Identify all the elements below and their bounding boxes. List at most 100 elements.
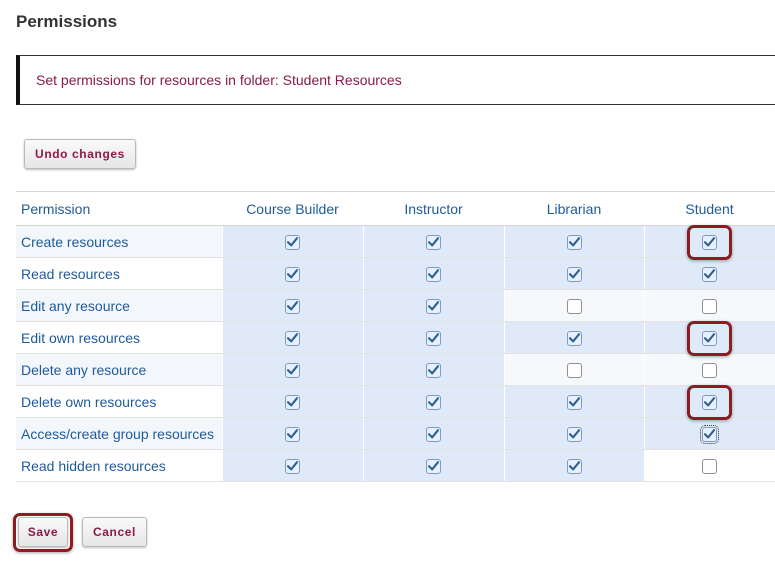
checkmark-icon xyxy=(287,269,298,279)
folder-info-banner: Set permissions for resources in folder:… xyxy=(16,55,775,105)
permission-label: Create resources xyxy=(16,225,222,258)
permission-cell-instructor xyxy=(362,353,504,386)
checkbox-course-builder[interactable] xyxy=(285,394,300,410)
table-row: Create resources xyxy=(16,224,775,260)
checkbox-student[interactable] xyxy=(702,394,718,410)
permission-cell-course-builder xyxy=(221,321,363,354)
checkbox-student[interactable] xyxy=(702,362,718,378)
checkmark-icon xyxy=(568,397,580,407)
checkmark-icon xyxy=(568,237,580,247)
checkmark-icon xyxy=(704,397,716,407)
permission-cell-librarian xyxy=(503,321,644,354)
checkbox-course-builder[interactable] xyxy=(285,234,300,250)
checkmark-icon xyxy=(428,429,439,439)
permission-cell-instructor xyxy=(362,289,504,322)
column-header-permission: Permission xyxy=(16,191,222,226)
checkmark-icon xyxy=(568,269,580,279)
permission-label: Access/create group resources xyxy=(16,417,222,450)
table-row: Edit own resources xyxy=(16,320,775,356)
checkbox-course-builder[interactable] xyxy=(285,426,300,442)
permission-cell-instructor xyxy=(362,417,504,450)
checkbox-instructor[interactable] xyxy=(426,298,441,314)
checkmark-icon xyxy=(287,461,298,471)
checkmark-icon xyxy=(287,429,298,439)
permission-cell-course-builder xyxy=(221,417,363,450)
permission-label: Read hidden resources xyxy=(16,449,222,482)
permission-cell-librarian xyxy=(503,385,644,418)
permission-cell-instructor xyxy=(362,225,504,258)
checkbox-librarian[interactable] xyxy=(566,362,582,378)
save-button[interactable]: Save xyxy=(18,517,68,547)
table-row: Read resources xyxy=(16,257,775,290)
permission-cell-instructor xyxy=(362,321,504,354)
permission-cell-student xyxy=(643,257,775,290)
checkbox-course-builder[interactable] xyxy=(285,362,300,378)
checkmark-icon xyxy=(704,333,716,343)
checkmark-icon xyxy=(568,461,580,471)
checkbox-student[interactable] xyxy=(702,298,718,314)
checkbox-instructor[interactable] xyxy=(426,394,441,410)
checkbox-course-builder[interactable] xyxy=(285,298,300,314)
checkmark-icon xyxy=(704,237,716,247)
column-header-instructor: Instructor xyxy=(363,191,504,226)
checkmark-icon xyxy=(428,461,439,471)
checkbox-student[interactable] xyxy=(702,266,718,282)
checkbox-librarian[interactable] xyxy=(566,234,582,250)
checkbox-instructor[interactable] xyxy=(426,330,441,346)
permission-label: Delete own resources xyxy=(16,385,222,418)
column-header-librarian: Librarian xyxy=(504,191,644,226)
checkbox-librarian[interactable] xyxy=(566,266,582,282)
checkbox-librarian[interactable] xyxy=(566,394,582,410)
permission-cell-instructor xyxy=(362,385,504,418)
permission-cell-librarian xyxy=(503,257,644,290)
checkmark-icon xyxy=(428,365,439,375)
cancel-button[interactable]: Cancel xyxy=(82,517,147,547)
checkbox-student[interactable] xyxy=(702,458,718,474)
checkmark-icon xyxy=(428,333,439,343)
checkbox-instructor[interactable] xyxy=(426,426,441,442)
checkmark-icon xyxy=(428,301,439,311)
checkmark-icon xyxy=(428,269,439,279)
checkmark-icon xyxy=(287,301,298,311)
checkmark-icon xyxy=(287,333,298,343)
permission-cell-student xyxy=(643,384,775,420)
permission-cell-librarian xyxy=(503,225,644,258)
checkbox-student[interactable] xyxy=(700,424,720,444)
permission-cell-course-builder xyxy=(221,353,363,386)
checkbox-course-builder[interactable] xyxy=(285,458,300,474)
checkbox-instructor[interactable] xyxy=(426,458,441,474)
permission-cell-instructor xyxy=(362,449,504,482)
checkbox-student[interactable] xyxy=(702,330,718,346)
checkbox-instructor[interactable] xyxy=(426,362,441,378)
checkbox-course-builder[interactable] xyxy=(285,266,300,282)
permission-cell-course-builder xyxy=(221,289,363,322)
permission-cell-course-builder xyxy=(221,225,363,258)
checkmark-icon xyxy=(428,237,439,247)
checkbox-student[interactable] xyxy=(702,234,718,250)
checkbox-instructor[interactable] xyxy=(426,266,441,282)
checkbox-course-builder[interactable] xyxy=(285,330,300,346)
banner-text: Set permissions for resources in folder:… xyxy=(36,72,402,88)
table-row: Delete own resources xyxy=(16,384,775,420)
permission-cell-student xyxy=(643,320,775,356)
checkmark-icon xyxy=(287,397,298,407)
checkbox-librarian[interactable] xyxy=(566,298,582,314)
permission-cell-instructor xyxy=(362,257,504,290)
permission-cell-librarian xyxy=(503,417,644,450)
column-header-course-builder: Course Builder xyxy=(222,191,363,226)
checkbox-librarian[interactable] xyxy=(566,330,582,346)
permission-cell-librarian xyxy=(503,449,644,482)
checkbox-librarian[interactable] xyxy=(566,458,582,474)
permission-label: Delete any resource xyxy=(16,353,222,386)
table-row: Read hidden resources xyxy=(16,449,775,482)
table-row: Access/create group resources xyxy=(16,417,775,450)
checkmark-icon xyxy=(287,237,298,247)
checkbox-instructor[interactable] xyxy=(426,234,441,250)
checkmark-icon xyxy=(287,365,298,375)
permissions-table: Permission Course Builder Instructor Lib… xyxy=(16,191,775,482)
undo-changes-button[interactable]: Undo changes xyxy=(24,139,136,169)
permission-label: Read resources xyxy=(16,257,222,290)
permission-cell-student xyxy=(643,289,775,322)
checkbox-librarian[interactable] xyxy=(566,426,582,442)
permission-cell-course-builder xyxy=(221,385,363,418)
